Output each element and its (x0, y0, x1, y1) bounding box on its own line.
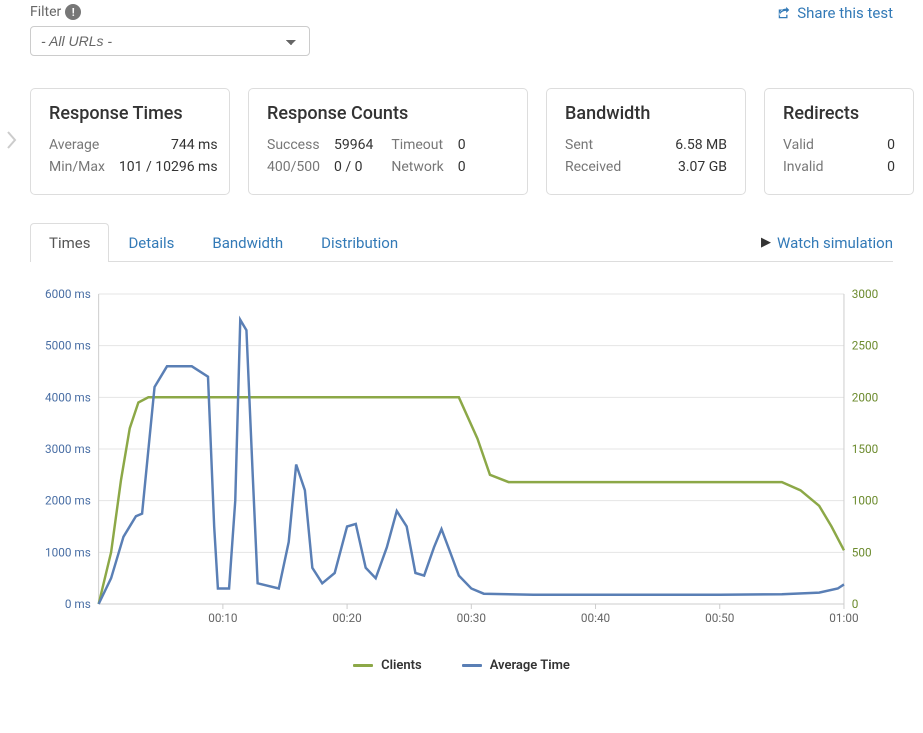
card-title: Response Counts (267, 103, 509, 124)
card-title: Bandwidth (565, 103, 727, 124)
svg-text:00:40: 00:40 (581, 611, 610, 625)
svg-text:3000 ms: 3000 ms (45, 442, 91, 456)
info-icon[interactable]: ! (65, 4, 81, 20)
svg-text:00:20: 00:20 (332, 611, 361, 625)
stat-row: 400/500 0 / 0 Network 0 (267, 156, 466, 178)
svg-text:00:10: 00:10 (208, 611, 237, 625)
filter-block: Filter ! - All URLs - (30, 4, 310, 56)
svg-text:5000 ms: 5000 ms (45, 339, 91, 353)
svg-text:0: 0 (852, 597, 859, 611)
share-icon (777, 6, 791, 20)
filter-select[interactable]: - All URLs - (30, 26, 310, 56)
svg-text:2000 ms: 2000 ms (45, 494, 91, 508)
legend-swatch (353, 664, 373, 667)
stat-row: Invalid 0 (783, 156, 895, 178)
expand-handle[interactable] (6, 128, 18, 156)
legend-clients: Clients (353, 658, 422, 673)
stat-row: Sent 6.58 MB (565, 134, 727, 156)
svg-text:3000: 3000 (852, 287, 878, 301)
stat-row: Average 744 ms (49, 134, 218, 156)
chart: 0 ms 1000 ms 2000 ms 3000 ms 4000 ms 5000 ms 6… (30, 284, 893, 673)
card-title: Redirects (783, 103, 895, 124)
card-bandwidth: Bandwidth Sent 6.58 MB Received 3.07 GB (546, 88, 746, 195)
filter-label: Filter (30, 4, 61, 20)
watch-link-label: Watch simulation (777, 234, 893, 252)
svg-text:1000: 1000 (852, 494, 878, 508)
svg-text:00:50: 00:50 (705, 611, 734, 625)
svg-text:2500: 2500 (852, 339, 878, 353)
tab-distribution[interactable]: Distribution (302, 223, 417, 262)
stat-row: Min/Max 101 / 10296 ms (49, 156, 218, 178)
svg-text:1500: 1500 (852, 442, 878, 456)
watch-simulation-link[interactable]: ▶ Watch simulation (761, 234, 893, 252)
play-icon: ▶ (761, 235, 771, 250)
svg-text:0 ms: 0 ms (65, 597, 91, 611)
stat-row: Success 59964 Timeout 0 (267, 134, 466, 156)
svg-text:00:30: 00:30 (457, 611, 486, 625)
tabs: Times Details Bandwidth Distribution (30, 223, 417, 262)
svg-text:6000 ms: 6000 ms (45, 287, 91, 301)
card-redirects: Redirects Valid 0 Invalid 0 (764, 88, 914, 195)
svg-text:500: 500 (852, 545, 872, 559)
card-title: Response Times (49, 103, 211, 124)
chart-legend: Clients Average Time (30, 658, 893, 673)
tab-times[interactable]: Times (30, 223, 109, 262)
legend-average-time: Average Time (462, 658, 570, 673)
stat-row: Received 3.07 GB (565, 156, 727, 178)
svg-text:2000: 2000 (852, 390, 878, 404)
tab-details[interactable]: Details (109, 223, 193, 262)
tab-bandwidth[interactable]: Bandwidth (193, 223, 302, 262)
card-response-counts: Response Counts Success 59964 Timeout 0 … (248, 88, 528, 195)
legend-swatch (462, 664, 482, 667)
svg-text:4000 ms: 4000 ms (45, 390, 91, 404)
card-response-times: Response Times Average 744 ms Min/Max 10… (30, 88, 230, 195)
share-link-label: Share this test (797, 4, 893, 22)
stat-row: Valid 0 (783, 134, 895, 156)
svg-text:01:00: 01:00 (829, 611, 858, 625)
svg-text:1000 ms: 1000 ms (45, 545, 91, 559)
share-link[interactable]: Share this test (777, 4, 893, 22)
